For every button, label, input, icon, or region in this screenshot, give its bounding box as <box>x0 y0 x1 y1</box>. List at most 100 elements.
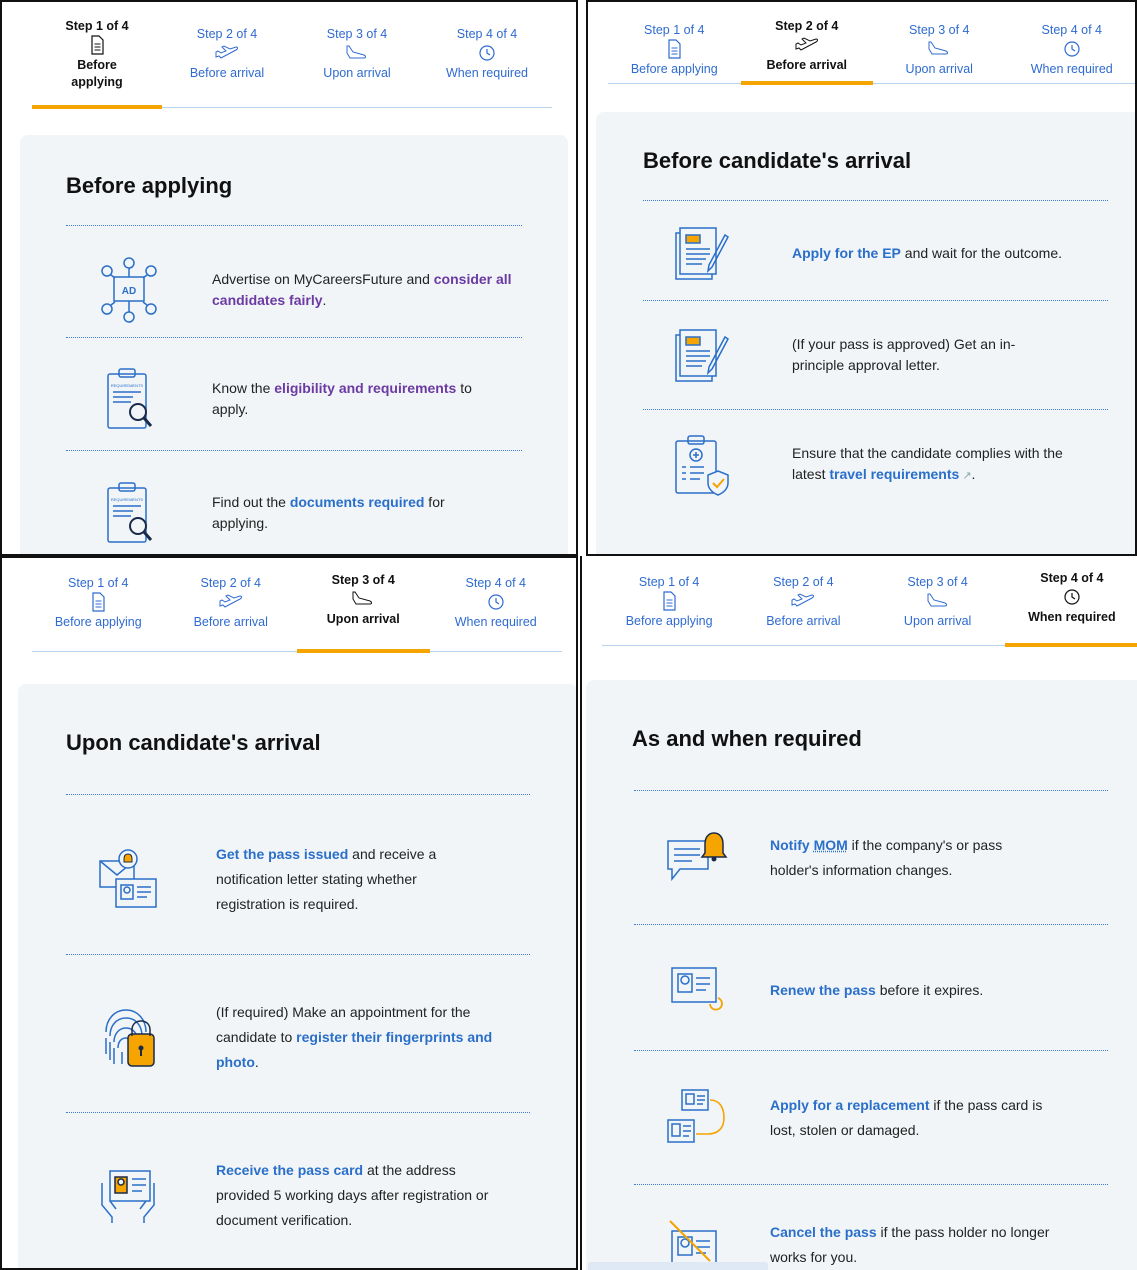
renew-pass-link[interactable]: Renew the pass <box>770 982 876 998</box>
plane-landing-icon <box>346 45 366 59</box>
step-label: Before applying <box>54 615 142 629</box>
step-label: Before arrival <box>189 66 265 80</box>
requirements-clipboard-icon: REQUIREMENTS <box>107 482 153 543</box>
chat-bell-icon <box>667 832 728 882</box>
apply-ep-link[interactable]: Apply for the EP <box>792 245 901 261</box>
list-item: (If your pass is approved) Get an in-pri… <box>672 314 1112 396</box>
list-item: Notify MOM if the company's or pass hold… <box>664 814 1104 902</box>
item-text: Apply for a replacement if the pass card… <box>770 1093 1070 1143</box>
receive-pass-card-link[interactable]: Receive the pass card <box>216 1162 363 1178</box>
tab-step-2[interactable]: Step 2 of 4 Before arrival <box>736 570 870 645</box>
item-text-plain: . <box>254 1053 259 1070</box>
item-text: Ensure that the candidate complies with … <box>792 443 1082 487</box>
step-label: Upon arrival <box>326 612 400 626</box>
divider <box>66 1112 530 1113</box>
list-item: Ensure that the candidate complies with … <box>672 424 1112 506</box>
step-label: Before arrival <box>193 615 268 629</box>
list-item: Apply for a replacement if the pass card… <box>664 1068 1104 1168</box>
item-text-plain: (If your pass is approved) Get an in-pri… <box>792 336 1016 373</box>
tab-step-3[interactable]: Step 3 of 4 Upon arrival <box>297 572 430 653</box>
step-number: Step 3 of 4 <box>326 27 388 41</box>
renew-card-icon <box>671 967 723 1011</box>
step-number: Step 2 of 4 <box>196 27 258 41</box>
advert-network-icon: AD <box>101 257 157 323</box>
list-item: Renew the pass before it expires. <box>668 946 1108 1034</box>
plane-landing-icon <box>352 591 373 605</box>
card-title: Before candidate's arrival <box>643 148 912 173</box>
item-text: Receive the pass card at the address pro… <box>216 1158 506 1233</box>
item-text-plain: before it expires. <box>875 981 984 998</box>
clock-icon <box>1064 589 1080 605</box>
divider <box>634 1184 1108 1185</box>
list-item: AD Advertise on MyCareersFuture and cons… <box>92 245 522 335</box>
cancel-pass-link[interactable]: Cancel the pass <box>770 1224 877 1240</box>
card-title: As and when required <box>632 726 862 751</box>
application-form-icon <box>675 227 729 280</box>
application-form-icon <box>675 329 729 382</box>
tab-step-2[interactable]: Step 2 of 4 Before arrival <box>165 572 298 651</box>
list-item: Get the pass issued and receive a notifi… <box>96 824 536 934</box>
travel-requirements-link[interactable]: travel requirements <box>829 466 959 482</box>
panel-before-applying: Step 1 of 4 Before applying Step 2 of 4 … <box>0 0 578 556</box>
step-number: Step 1 of 4 <box>644 23 705 37</box>
eligibility-link[interactable]: eligibility and requirements <box>274 380 456 396</box>
step-nav: Step 1 of 4 Before applying Step 2 of 4 … <box>32 572 563 653</box>
tab-step-1[interactable]: Step 1 of 4 Before applying <box>32 18 162 109</box>
divider <box>634 924 1108 925</box>
content-card: Upon candidate's arrival Get the pass is… <box>18 684 576 1268</box>
replace-card-icon <box>667 1089 725 1143</box>
list-item: REQUIREMENTS Find out the documents requ… <box>104 467 524 554</box>
divider <box>66 794 530 795</box>
svg-text:REQUIREMENTS: REQUIREMENTS <box>111 383 144 388</box>
plane-landing-icon <box>927 593 947 607</box>
item-text: Cancel the pass if the pass holder no lo… <box>770 1220 1050 1270</box>
step-number: Step 4 of 4 <box>1040 571 1104 585</box>
step-label: Before arrival <box>766 58 848 72</box>
fingerprint-lock-icon <box>105 1009 155 1067</box>
mom-abbreviation[interactable]: MOM <box>814 837 848 853</box>
notify-mom-link[interactable]: Notify <box>770 837 814 853</box>
content-card: Before applying AD Advertise on MyCareer… <box>20 135 568 554</box>
step-number: Step 1 of 4 <box>68 576 129 590</box>
tab-step-1[interactable]: Step 1 of 4 Before applying <box>602 570 736 645</box>
panel-upon-arrival: Step 1 of 4 Before applying Step 2 of 4 … <box>0 556 578 1270</box>
step-label: Before applying <box>625 614 713 628</box>
step-label: When required <box>446 66 528 80</box>
floating-bar <box>588 1262 768 1270</box>
step-number: Step 2 of 4 <box>775 19 839 33</box>
step-label: When required <box>1030 62 1113 76</box>
tab-step-3[interactable]: Step 3 of 4 Upon arrival <box>871 570 1005 645</box>
apply-replacement-link[interactable]: Apply for a replacement <box>770 1097 930 1113</box>
document-icon <box>663 591 676 611</box>
tab-step-4[interactable]: Step 4 of 4 When required <box>1004 570 1137 647</box>
tab-step-2[interactable]: Step 2 of 4 Before arrival <box>740 18 874 85</box>
tab-step-1[interactable]: Step 1 of 4 Before applying <box>608 18 741 83</box>
divider <box>643 300 1108 301</box>
tab-step-4[interactable]: Step 4 of 4 When required <box>430 572 563 651</box>
step-label: Upon arrival <box>903 614 972 628</box>
item-text: Advertise on MyCareersFuture and conside… <box>212 269 522 311</box>
step-number: Step 3 of 4 <box>907 575 968 589</box>
clock-icon <box>1064 41 1080 57</box>
plane-takeoff-icon <box>219 594 242 608</box>
tab-step-4[interactable]: Step 4 of 4 When required <box>422 18 552 107</box>
tab-step-3[interactable]: Step 3 of 4 Upon arrival <box>873 18 1006 83</box>
list-item: (If required) Make an appointment for th… <box>96 982 536 1092</box>
panel-before-arrival: Step 1 of 4 Before applying Step 2 of 4 … <box>586 0 1137 556</box>
documents-required-link[interactable]: documents required <box>290 494 425 510</box>
tab-step-1[interactable]: Step 1 of 4 Before applying <box>32 572 165 651</box>
divider <box>66 225 522 226</box>
item-text: Notify MOM if the company's or pass hold… <box>770 833 1040 883</box>
tab-step-4[interactable]: Step 4 of 4 When required <box>1006 18 1136 83</box>
notification-card-icon <box>99 849 157 908</box>
step-number: Step 3 of 4 <box>909 23 970 37</box>
medical-clipboard-icon <box>675 435 729 496</box>
step-number: Step 3 of 4 <box>331 573 395 587</box>
plane-landing-icon <box>928 41 949 55</box>
tab-step-3[interactable]: Step 3 of 4 Upon arrival <box>292 18 422 107</box>
document-icon <box>91 35 104 55</box>
get-pass-issued-link[interactable]: Get the pass issued <box>216 846 348 862</box>
tab-step-2[interactable]: Step 2 of 4 Before arrival <box>162 18 292 107</box>
svg-text:REQUIREMENTS: REQUIREMENTS <box>111 497 144 502</box>
content-card: As and when required Notify MOM if the c… <box>586 680 1137 1270</box>
